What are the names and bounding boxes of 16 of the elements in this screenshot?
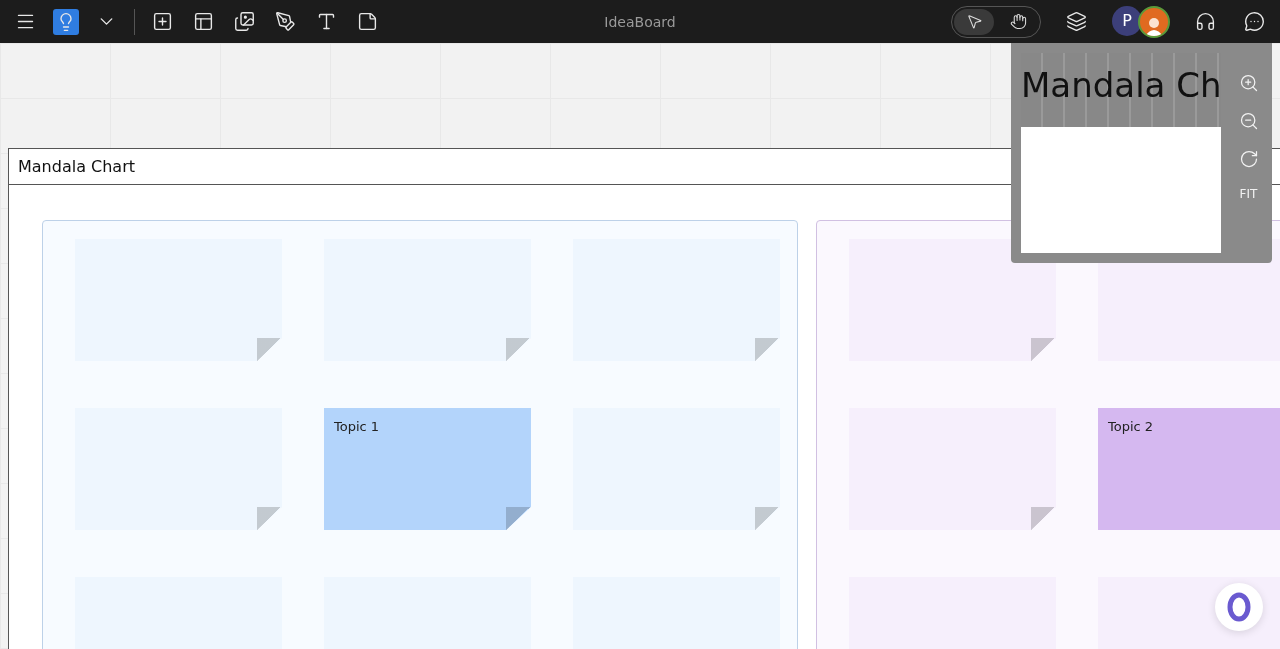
board-title: Mandala Chart [18,157,135,176]
idea-button[interactable] [53,8,79,35]
ring-logo-icon [1227,592,1251,622]
pointer-tool[interactable] [954,8,994,35]
hand-icon [1009,13,1027,30]
topic-note[interactable]: Topic 1 [324,408,531,530]
minimap-preview: Mandala Ch [1021,53,1221,127]
note-text: Topic 1 [334,419,380,434]
topic-note[interactable]: Topic 2 [1098,408,1280,530]
user-avatar[interactable]: P [1112,5,1142,36]
avatar-placeholder[interactable] [1138,5,1170,38]
minimap[interactable]: Mandala Ch [1021,53,1221,253]
note-text: Topic 2 [1108,419,1154,434]
pointer-icon [965,13,983,30]
sticky-note[interactable] [849,239,1056,361]
app-title: IdeaBoard [604,13,676,30]
